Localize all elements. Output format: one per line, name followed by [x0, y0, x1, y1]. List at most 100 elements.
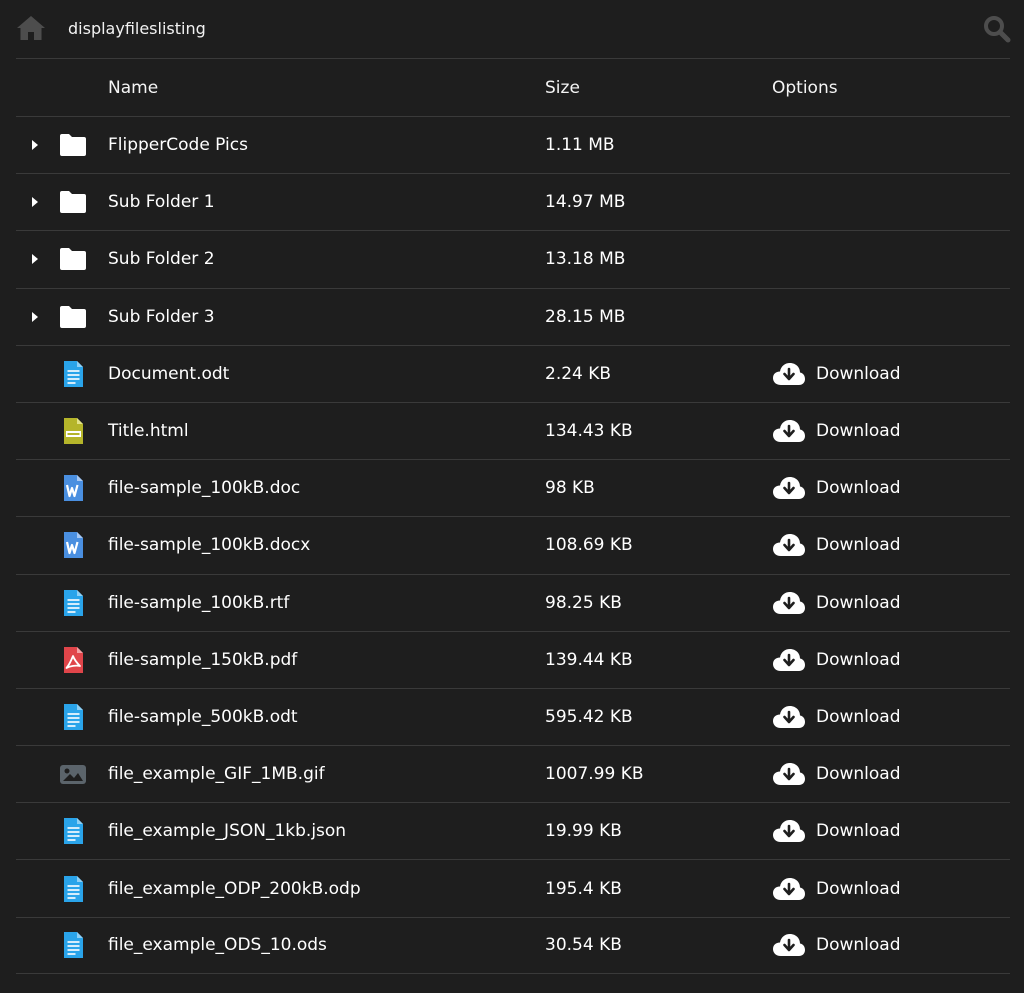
breadcrumb[interactable]: displayfileslisting — [68, 19, 206, 38]
file-row[interactable]: Document.odt 2.24 KB Download — [16, 344, 1010, 402]
file-row[interactable]: file-sample_100kB.doc 98 KB Download — [16, 459, 1010, 516]
document-icon — [64, 818, 83, 845]
folder-row[interactable]: Sub Folder 3 28.15 MB — [16, 287, 1010, 345]
cloud-download-icon — [773, 591, 805, 614]
top-bar: displayfileslisting — [0, 0, 1024, 58]
file-name[interactable]: file-sample_100kB.rtf — [108, 575, 289, 631]
file-size: 13.18 MB — [545, 249, 626, 270]
document-icon — [64, 875, 83, 902]
cloud-download-icon — [773, 934, 805, 957]
file-name[interactable]: file_example_GIF_1MB.gif — [108, 746, 325, 802]
file-size: 1.11 MB — [545, 135, 615, 156]
pdf-file-icon — [64, 646, 83, 673]
file-name[interactable]: file_example_JSON_1kb.json — [108, 803, 346, 859]
file-name[interactable]: Sub Folder 1 — [108, 174, 215, 230]
file-name[interactable]: file-sample_150kB.pdf — [108, 632, 297, 688]
file-name[interactable]: Sub Folder 3 — [108, 289, 215, 345]
expand-caret-icon[interactable] — [31, 139, 39, 151]
download-button[interactable]: Download — [772, 803, 901, 859]
folder-icon — [60, 191, 86, 214]
download-button[interactable]: Download — [772, 517, 901, 573]
file-size: 134.43 KB — [545, 421, 633, 442]
file-name[interactable]: file_example_ODP_200kB.odp — [108, 860, 361, 916]
expand-caret-icon[interactable] — [31, 196, 39, 208]
file-row[interactable]: file_example_ODP_200kB.odp 195.4 KB Downlo… — [16, 859, 1010, 916]
download-button[interactable]: Download — [772, 860, 901, 916]
search-icon[interactable] — [983, 15, 1011, 43]
file-name[interactable]: file-sample_500kB.odt — [108, 689, 298, 745]
cloud-download-icon — [773, 648, 805, 671]
word-file-icon — [64, 475, 83, 502]
download-label: Download — [816, 649, 901, 670]
file-name[interactable]: file-sample_100kB.docx — [108, 517, 310, 573]
expand-caret-icon[interactable] — [31, 311, 39, 323]
cloud-download-icon — [773, 420, 805, 443]
folder-icon — [60, 248, 86, 271]
cloud-download-icon — [773, 705, 805, 728]
file-size: 98.25 KB — [545, 592, 622, 613]
download-label: Download — [816, 878, 901, 899]
download-label: Download — [816, 935, 901, 956]
file-row[interactable]: file_example_ODS_10.ods 30.54 KB Download — [16, 916, 1010, 974]
file-row[interactable]: Title.html 134.43 KB Download — [16, 401, 1010, 459]
file-name[interactable]: Document.odt — [108, 346, 229, 402]
table-header: Name Size Options — [16, 58, 1010, 116]
document-icon — [64, 932, 83, 959]
cloud-download-icon — [773, 534, 805, 557]
download-label: Download — [816, 821, 901, 842]
file-size: 98 KB — [545, 478, 595, 499]
download-label: Download — [816, 363, 901, 384]
download-label: Download — [816, 706, 901, 727]
download-button[interactable]: Download — [772, 346, 901, 402]
file-size: 1007.99 KB — [545, 764, 644, 785]
home-icon[interactable] — [16, 14, 46, 42]
file-table: Name Size Options FlipperCode Pics 1.11 M… — [16, 58, 1010, 974]
file-size: 108.69 KB — [545, 535, 633, 556]
document-icon — [64, 589, 83, 616]
download-button[interactable]: Download — [772, 746, 901, 802]
download-label: Download — [816, 592, 901, 613]
file-size: 30.54 KB — [545, 935, 622, 956]
file-name[interactable]: FlipperCode Pics — [108, 117, 248, 173]
file-row[interactable]: file-sample_500kB.odt 595.42 KB Download — [16, 687, 1010, 745]
download-button[interactable]: Download — [772, 918, 901, 973]
image-file-icon — [60, 765, 86, 785]
cloud-download-icon — [773, 477, 805, 500]
file-row[interactable]: file_example_JSON_1kb.json 19.99 KB Downlo… — [16, 802, 1010, 859]
header-size[interactable]: Size — [545, 59, 580, 116]
header-name[interactable]: Name — [108, 59, 158, 116]
file-row[interactable]: file-sample_150kB.pdf 139.44 KB Download — [16, 630, 1010, 688]
download-button[interactable]: Download — [772, 689, 901, 745]
file-size: 139.44 KB — [545, 649, 633, 670]
folder-icon — [60, 134, 86, 157]
download-button[interactable]: Download — [772, 575, 901, 631]
file-row[interactable]: file-sample_100kB.docx 108.69 KB Download — [16, 516, 1010, 573]
cloud-download-icon — [773, 877, 805, 900]
download-label: Download — [816, 764, 901, 785]
cloud-download-icon — [773, 763, 805, 786]
document-icon — [64, 360, 83, 387]
file-size: 14.97 MB — [545, 192, 626, 213]
file-size: 195.4 KB — [545, 878, 622, 899]
download-button[interactable]: Download — [772, 632, 901, 688]
file-name[interactable]: file-sample_100kB.doc — [108, 460, 300, 516]
file-size: 595.42 KB — [545, 706, 633, 727]
file-name[interactable]: file_example_ODS_10.ods — [108, 918, 327, 973]
folder-row[interactable]: Sub Folder 2 13.18 MB — [16, 230, 1010, 287]
file-row[interactable]: file_example_GIF_1MB.gif 1007.99 KB Downlo… — [16, 745, 1010, 802]
folder-icon — [60, 305, 86, 328]
word-file-icon — [64, 532, 83, 559]
download-button[interactable]: Download — [772, 460, 901, 516]
folder-row[interactable]: FlipperCode Pics 1.11 MB — [16, 116, 1010, 173]
expand-caret-icon[interactable] — [31, 253, 39, 265]
html-file-icon — [64, 418, 83, 445]
folder-row[interactable]: Sub Folder 1 14.97 MB — [16, 173, 1010, 230]
download-label: Download — [816, 535, 901, 556]
file-size: 28.15 MB — [545, 306, 626, 327]
file-name[interactable]: Title.html — [108, 403, 189, 459]
file-name[interactable]: Sub Folder 2 — [108, 231, 215, 287]
file-row[interactable]: file-sample_100kB.rtf 98.25 KB Download — [16, 573, 1010, 631]
download-label: Download — [816, 421, 901, 442]
file-size: 19.99 KB — [545, 821, 622, 842]
download-button[interactable]: Download — [772, 403, 901, 459]
